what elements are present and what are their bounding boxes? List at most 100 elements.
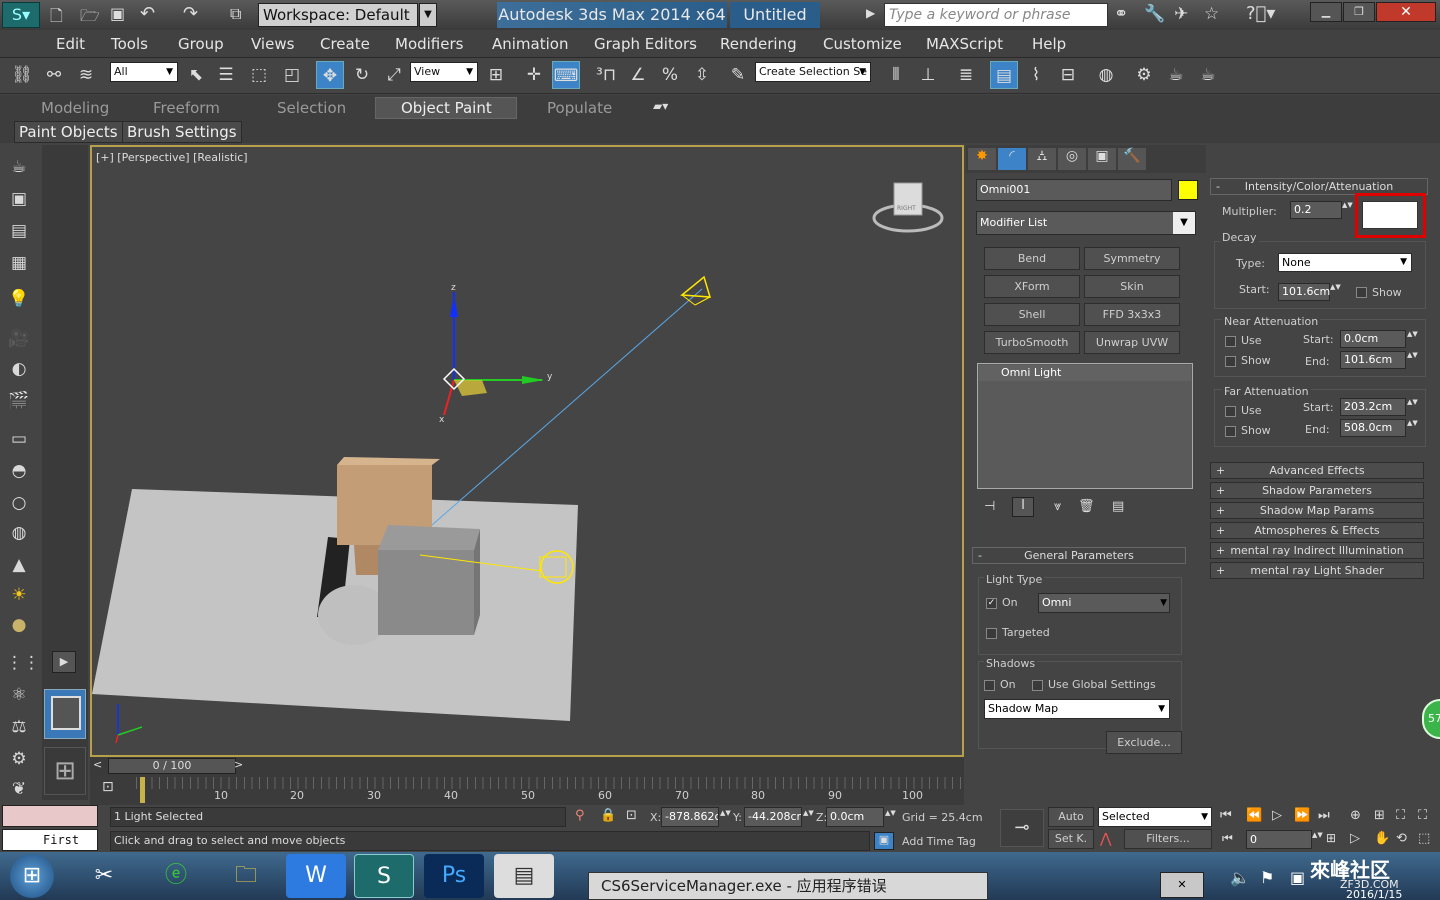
targeted-checkbox[interactable] (986, 628, 997, 639)
zoom-extents-icon[interactable]: ⛶ (1396, 808, 1405, 823)
modifier-skin-button[interactable]: Skin (1084, 275, 1180, 298)
show-end-result-icon[interactable]: I (1012, 497, 1034, 517)
isolate-icon[interactable]: ⚲ (575, 808, 585, 823)
hierarchy-tab-icon[interactable]: ⛼ (1028, 148, 1056, 170)
key-filters-button[interactable]: Filters... (1124, 829, 1212, 849)
modify-tab-icon[interactable]: ◜ (998, 148, 1026, 170)
near-end-spinner-icon[interactable]: ▲▼ (1407, 351, 1418, 359)
tools-icon[interactable]: 🔧 (1144, 4, 1165, 24)
rollout-shadow-parameters[interactable]: + Shadow Parameters (1210, 482, 1424, 499)
ball-icon[interactable]: ● (6, 613, 32, 637)
tray-flag-icon[interactable]: ⚑ (1260, 868, 1274, 887)
set-key-button[interactable]: Set K. (1048, 829, 1094, 849)
pan-icon[interactable]: ✋ (1374, 831, 1390, 846)
shadow-type-dropdown[interactable]: Shadow Map ▼ (984, 699, 1170, 719)
decay-start-field[interactable]: 101.6cm (1278, 283, 1330, 301)
maxscript-listener-top[interactable] (2, 805, 98, 827)
y-spinner-icon[interactable]: ▲▼ (803, 809, 814, 817)
far-start-field[interactable]: 203.2cm (1340, 398, 1406, 416)
percent-snap-icon[interactable]: % (656, 61, 684, 89)
ribbon-options-icon[interactable]: ▰▾ (653, 99, 668, 113)
auto-key-button[interactable]: Auto (1048, 807, 1094, 827)
project-folder-icon[interactable]: ⧉ (230, 4, 241, 24)
time-next-icon[interactable]: > (234, 758, 243, 771)
spinner-snap-icon[interactable]: ⇳ (688, 61, 716, 89)
far-end-field[interactable]: 508.0cm (1340, 419, 1406, 437)
menu-help[interactable]: Help (1032, 35, 1066, 53)
render-production-icon[interactable]: ☕ (1194, 61, 1222, 89)
modifier-list-dropdown[interactable]: Modifier List ▼ (976, 211, 1196, 235)
start-button-icon[interactable]: ⊞ (10, 854, 54, 898)
multiplier-spinner-icon[interactable]: ▲▼ (1342, 201, 1353, 219)
stack-item-omni-light[interactable]: Omni Light (979, 365, 1191, 381)
close-button[interactable]: ✕ (1376, 2, 1436, 22)
far-use-checkbox[interactable] (1225, 406, 1236, 417)
rollout-mr-light-shader[interactable]: + mental ray Light Shader (1210, 562, 1424, 579)
modifier-stack[interactable]: Omni Light (977, 363, 1193, 489)
render-setup-icon[interactable]: ⚙ (1130, 61, 1158, 89)
scale-icon[interactable]: ⚖ (6, 715, 32, 739)
current-frame-field[interactable]: 0 (1246, 830, 1312, 849)
make-unique-icon[interactable]: ⩔ (1054, 499, 1061, 514)
z-spinner-icon[interactable]: ▲▼ (885, 809, 896, 817)
render-frame-icon[interactable]: ☕ (1162, 61, 1190, 89)
add-time-tag[interactable]: Add Time Tag (902, 835, 976, 848)
near-start-field[interactable]: 0.0cm (1340, 330, 1406, 348)
modifier-ffd-button[interactable]: FFD 3x3x3 (1084, 303, 1180, 326)
tray-network-icon[interactable]: ▣ (1290, 868, 1305, 887)
absolute-mode-icon[interactable]: ⊡ (626, 808, 637, 823)
x-coordinate-field[interactable]: -878.862cr (661, 807, 719, 827)
workspace-dropdown[interactable]: Workspace: Default (258, 3, 418, 27)
near-start-spinner-icon[interactable]: ▲▼ (1407, 330, 1418, 338)
perspective-viewport[interactable]: [+] [Perspective] [Realistic] z y x RIGH… (90, 145, 964, 757)
rollout-mr-indirect[interactable]: + mental ray Indirect Illumination (1210, 542, 1424, 559)
motion-tab-icon[interactable]: ◎ (1058, 148, 1086, 170)
light-on-checkbox[interactable]: ✓ (986, 598, 997, 609)
time-slider-handle[interactable]: 0 / 100 (108, 758, 236, 774)
next-frame-icon[interactable]: ⏩ (1294, 808, 1310, 823)
far-start-spinner-icon[interactable]: ▲▼ (1407, 398, 1418, 406)
menu-graph-editors[interactable]: Graph Editors (594, 35, 697, 53)
infocenter-arrow-icon[interactable]: ▶ (866, 6, 875, 20)
goto-start-icon[interactable]: ⏮ (1220, 808, 1232, 823)
ribbon-tab-object-paint[interactable]: Object Paint (401, 99, 492, 117)
open-file-icon[interactable]: 🗁 (80, 5, 100, 32)
workspace-dropdown-arrow[interactable]: ▼ (419, 3, 437, 27)
modifier-xform-button[interactable]: XForm (984, 275, 1080, 298)
pin-stack-icon[interactable]: ⊣ (984, 499, 995, 514)
near-use-checkbox[interactable] (1225, 336, 1236, 347)
track-bar[interactable]: ⊡ 10 20 30 40 50 60 70 80 90 100 (90, 775, 964, 805)
molecule-icon[interactable]: ⚛ (6, 683, 32, 707)
use-global-settings-checkbox[interactable] (1032, 680, 1043, 691)
named-selection-dropdown[interactable]: Create Selection Se (755, 62, 871, 82)
menu-edit[interactable]: Edit (56, 35, 85, 53)
zoom-extents-all-icon[interactable]: ⛶ (1418, 808, 1427, 823)
minimize-button[interactable]: ▁ (1310, 2, 1342, 22)
undo-icon[interactable]: ↶ (140, 3, 155, 24)
rect-selection-icon[interactable]: ⬚ (245, 61, 273, 89)
keyboard-shortcut-override-icon[interactable]: ⌨ (552, 61, 580, 89)
modifier-turbosmooth-button[interactable]: TurboSmooth (984, 331, 1080, 354)
decay-start-spinner-icon[interactable]: ▲▼ (1330, 283, 1341, 291)
single-viewport-layout[interactable] (44, 689, 86, 739)
satellite-icon[interactable]: ✈ (1174, 4, 1188, 24)
redo-icon[interactable]: ↷ (183, 3, 198, 24)
subtab-paint-objects[interactable]: Paint Objects (14, 121, 123, 143)
prev-frame-icon[interactable]: ⏪ (1246, 808, 1262, 823)
teapot-icon[interactable]: ☕ (6, 155, 32, 179)
bind-spacewarp-icon[interactable]: ≋ (72, 61, 100, 89)
unlink-icon[interactable]: ⚯ (40, 61, 68, 89)
select-move-icon[interactable]: ✥ (316, 61, 344, 89)
rollout-advanced-effects[interactable]: + Advanced Effects (1210, 462, 1424, 479)
quad-viewport-layout[interactable]: ⊞ (44, 747, 86, 795)
select-rotate-icon[interactable]: ↻ (348, 61, 376, 89)
multiplier-field[interactable]: 0.2 (1290, 201, 1342, 219)
dome-icon[interactable]: ◓ (6, 459, 32, 483)
menu-customize[interactable]: Customize (823, 35, 902, 53)
sun-icon[interactable]: ☀ (6, 583, 32, 607)
sound-icon[interactable]: ◐ (6, 357, 32, 381)
time-tag-icon[interactable]: ▣ (874, 832, 894, 850)
cone-icon[interactable]: ▲ (6, 553, 32, 577)
menu-animation[interactable]: Animation (492, 35, 568, 53)
maximize-button[interactable]: ❐ (1343, 2, 1375, 22)
